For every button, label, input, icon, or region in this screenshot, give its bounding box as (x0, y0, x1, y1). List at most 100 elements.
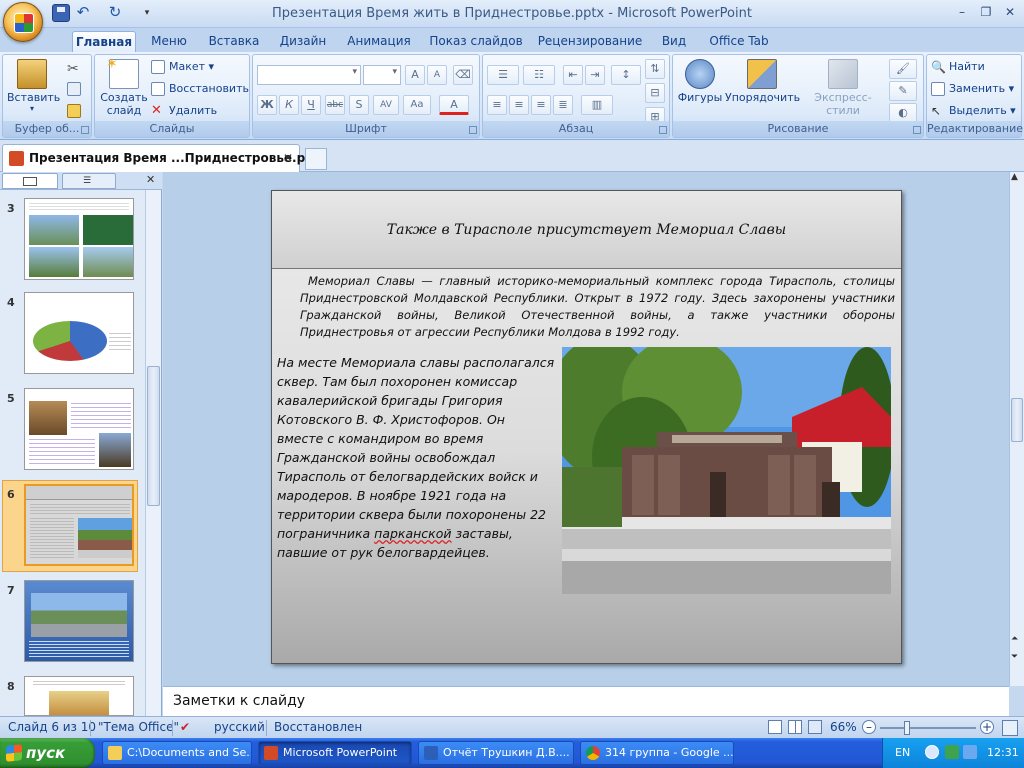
zoom-in-icon[interactable]: + (980, 720, 994, 734)
language-bar[interactable]: EN (895, 746, 910, 759)
slide-thumbnail-3[interactable] (24, 198, 134, 280)
align-left-icon[interactable]: ≡ (487, 95, 507, 115)
paragraph-launcher-icon[interactable] (659, 126, 667, 134)
format-painter-icon[interactable] (67, 101, 85, 121)
columns-icon[interactable]: ▥ (581, 95, 613, 115)
bullets-icon[interactable]: ☰ (487, 65, 519, 85)
change-case-button[interactable]: Aa (403, 95, 431, 115)
fit-to-window-icon[interactable] (1002, 720, 1018, 736)
bold-button[interactable]: Ж (257, 95, 277, 115)
shape-fill-icon[interactable]: 🖌 (889, 59, 917, 79)
tab-review[interactable]: Рецензирование (536, 31, 644, 52)
cut-icon[interactable]: ✂ (67, 59, 79, 79)
justify-icon[interactable]: ≣ (553, 95, 573, 115)
spacing-button[interactable]: AV (373, 95, 399, 115)
next-slide-icon[interactable]: ⏷ (1011, 652, 1018, 662)
text-direction-icon[interactable]: ⇅ (645, 59, 665, 79)
slides-view-tab[interactable] (2, 173, 58, 189)
editor-scroll-thumb[interactable] (1011, 398, 1023, 442)
shape-effects-icon[interactable]: ◐ (889, 103, 917, 123)
editor-scrollbar[interactable]: ▲ ⏶ ⏷ (1009, 172, 1024, 686)
current-slide[interactable]: Также в Тирасполе присутствует Мемориал … (271, 190, 902, 664)
zoom-slider-thumb[interactable] (904, 721, 910, 735)
align-center-icon[interactable]: ≡ (509, 95, 529, 115)
shadow-button[interactable]: S (349, 95, 369, 115)
layout-button[interactable]: Макет ▾ (151, 57, 214, 77)
slide-paragraph[interactable]: Мемориал Славы — главный историко-мемори… (300, 273, 895, 341)
paste-button[interactable]: Вставить ▾ (7, 57, 60, 121)
slide-sorter-icon[interactable] (788, 720, 802, 734)
language-indicator[interactable]: русский (214, 720, 265, 734)
shrink-font-button[interactable]: A (427, 65, 447, 85)
notes-pane[interactable]: Заметки к слайду (163, 686, 1009, 716)
prev-slide-icon[interactable]: ⏶ (1011, 634, 1018, 644)
zoom-out-icon[interactable]: – (862, 720, 876, 734)
tray-back-icon[interactable] (925, 745, 939, 759)
quick-styles-button[interactable]: Экспресс-стили (801, 57, 885, 121)
spellcheck-icon[interactable]: ✔ (180, 720, 190, 734)
minimize-button[interactable]: – (950, 3, 974, 21)
taskbar-item-powerpoint[interactable]: Microsoft PowerPoint (258, 741, 412, 765)
slide-thumbnail-8[interactable] (24, 676, 134, 716)
tab-design[interactable]: Дизайн (274, 31, 332, 52)
align-right-icon[interactable]: ≡ (531, 95, 551, 115)
scroll-up-icon[interactable]: ▲ (1011, 172, 1018, 182)
align-text-icon[interactable]: ⊟ (645, 83, 665, 103)
close-pane-icon[interactable]: ✕ (146, 173, 155, 186)
tray-volume-icon[interactable] (963, 745, 977, 759)
tab-home[interactable]: Главная (72, 31, 136, 52)
shapes-button[interactable]: Фигуры (675, 57, 725, 121)
zoom-level[interactable]: 66% (830, 720, 857, 734)
font-color-button[interactable]: A (439, 95, 469, 115)
tab-insert[interactable]: Вставка (204, 31, 264, 52)
normal-view-icon[interactable] (768, 720, 782, 734)
slide-thumbnail-4[interactable] (24, 292, 134, 374)
line-spacing-icon[interactable]: ↕ (611, 65, 641, 85)
document-tab[interactable]: Презентация Время ...Приднестровье.pptx … (2, 144, 327, 172)
tab-animation[interactable]: Анимация (342, 31, 416, 52)
find-button[interactable]: 🔍 Найти (931, 57, 985, 77)
taskbar-item-word[interactable]: Отчёт Трушкин Д.В.... (418, 741, 574, 765)
new-document-tab-icon[interactable] (305, 148, 327, 170)
font-size-combo[interactable] (363, 65, 401, 85)
font-launcher-icon[interactable] (469, 126, 477, 134)
maximize-button[interactable]: ❐ (974, 3, 998, 21)
start-button[interactable]: пуск (0, 738, 95, 768)
tab-menu[interactable]: Меню (144, 31, 194, 52)
zoom-slider[interactable] (880, 727, 976, 729)
slides-pane-scrollbar[interactable] (145, 190, 161, 716)
new-slide-button[interactable]: ✶ Создать слайд (99, 56, 149, 121)
tray-network-icon[interactable] (945, 745, 959, 759)
underline-button[interactable]: Ч (301, 95, 321, 115)
arrange-button[interactable]: Упорядочить (725, 57, 800, 121)
memorial-photo[interactable] (562, 347, 891, 594)
tab-slideshow[interactable]: Показ слайдов (426, 31, 526, 52)
taskbar-item-chrome[interactable]: 314 группа - Google ... (580, 741, 734, 765)
numbering-icon[interactable]: ☷ (523, 65, 555, 85)
close-tab-button[interactable]: ✕ (283, 145, 293, 171)
slides-pane-scroll-thumb[interactable] (147, 366, 160, 506)
slide-thumbnail-7[interactable] (24, 580, 134, 662)
italic-button[interactable]: К (279, 95, 299, 115)
increase-indent-icon[interactable]: ⇥ (585, 65, 605, 85)
decrease-indent-icon[interactable]: ⇤ (563, 65, 583, 85)
clipboard-launcher-icon[interactable] (81, 126, 89, 134)
office-button[interactable] (3, 2, 43, 42)
slide-thumbnail-5[interactable] (24, 388, 134, 470)
close-button[interactable]: ✕ (998, 3, 1022, 21)
strike-button[interactable]: abc (325, 95, 345, 115)
reset-button[interactable]: Восстановить (151, 79, 249, 99)
slide-body-text[interactable]: На месте Мемориала славы располагался ск… (277, 353, 555, 562)
theme-name[interactable]: "Тема Office" (98, 720, 179, 734)
delete-slide-button[interactable]: ✕ Удалить (151, 101, 217, 121)
drawing-launcher-icon[interactable] (913, 126, 921, 134)
tab-view[interactable]: Вид (654, 31, 694, 52)
slide-thumbnail-6[interactable] (24, 484, 134, 566)
slide-title[interactable]: Также в Тирасполе присутствует Мемориал … (272, 191, 901, 269)
slideshow-view-icon[interactable] (808, 720, 822, 734)
tab-office-tab[interactable]: Office Tab (704, 31, 774, 52)
clear-format-icon[interactable]: ⌫ (453, 65, 473, 85)
grow-font-button[interactable]: A (405, 65, 425, 85)
select-button[interactable]: ↖ Выделить ▾ (931, 101, 1016, 121)
shape-outline-icon[interactable]: ✎ (889, 81, 917, 101)
